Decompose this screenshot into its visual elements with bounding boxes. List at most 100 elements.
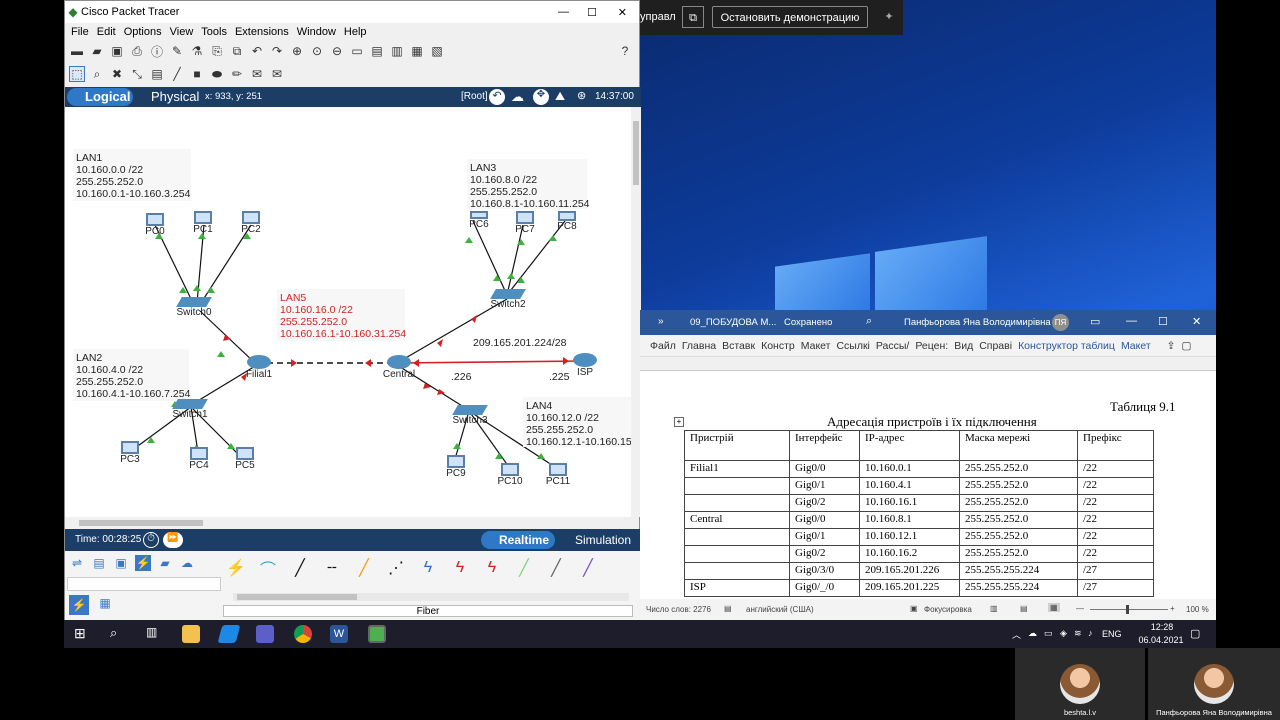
ribbon-display-icon[interactable]: ▭ bbox=[1090, 315, 1100, 328]
switch-switch2[interactable]: Switch2 bbox=[485, 289, 531, 310]
activity-icon[interactable]: ⚗ bbox=[189, 43, 205, 59]
edge-icon[interactable] bbox=[217, 625, 241, 643]
ribbon-tab-mailings[interactable]: Рассы/ bbox=[876, 340, 909, 352]
draw-line-icon[interactable]: ╱ bbox=[169, 66, 185, 82]
menu-view[interactable]: View bbox=[170, 26, 194, 38]
end-devices-icon[interactable]: ▤ bbox=[91, 555, 107, 571]
ribbon-tab-home[interactable]: Главна bbox=[682, 340, 716, 352]
components-icon[interactable]: ▣ bbox=[113, 555, 129, 571]
language-status[interactable]: английский (США) bbox=[746, 605, 814, 614]
viewport-icon[interactable]: ⊛ bbox=[577, 89, 593, 105]
web-layout-icon[interactable]: ▦ bbox=[1048, 603, 1060, 612]
coaxial-cable-icon[interactable]: ϟ bbox=[415, 555, 441, 581]
print-layout-icon[interactable]: ▤ bbox=[1020, 604, 1028, 613]
freeform-icon[interactable]: ✏ bbox=[229, 66, 245, 82]
ribbon-tab-insert[interactable]: Вставк bbox=[722, 340, 755, 352]
ribbon-tab-design[interactable]: Констр bbox=[761, 340, 795, 352]
minimize-button[interactable]: — bbox=[558, 6, 569, 18]
ribbon-tab-references[interactable]: Ссылкі bbox=[836, 340, 869, 352]
menu-file[interactable]: File bbox=[71, 26, 89, 38]
clock-date[interactable]: 06.04.2021 bbox=[1136, 635, 1186, 645]
power-cycle-icon[interactable]: ⏱ bbox=[143, 532, 159, 548]
back-icon[interactable]: ↶ bbox=[489, 89, 505, 105]
pin-icon[interactable]: ✦ bbox=[880, 6, 898, 28]
misc-icon[interactable]: ▰ bbox=[157, 555, 173, 571]
word-count[interactable]: Число слов: 2276 bbox=[646, 605, 711, 614]
focus-mode[interactable]: Фокусировка bbox=[924, 605, 972, 614]
comments-icon[interactable]: ▢ bbox=[1181, 340, 1191, 352]
cluster-icon[interactable]: ▦ bbox=[409, 43, 425, 59]
shield-icon[interactable]: ◈ bbox=[1060, 628, 1067, 639]
language-indicator[interactable]: ENG bbox=[1102, 629, 1122, 639]
zoom-level[interactable]: 100 % bbox=[1186, 605, 1209, 614]
tab-logical[interactable]: Logical bbox=[67, 88, 133, 106]
pc-pc5[interactable]: PC5 bbox=[233, 447, 257, 471]
zoom-in-icon[interactable]: + bbox=[1170, 604, 1175, 613]
switch-switch3[interactable]: Switch3 bbox=[447, 405, 493, 426]
volume-icon[interactable]: ♪ bbox=[1088, 628, 1093, 638]
participant-video-1[interactable]: beshta.l.v bbox=[1015, 648, 1145, 720]
pc-pc3[interactable]: PC3 bbox=[117, 441, 143, 465]
multiuser-icon[interactable]: ☁ bbox=[179, 555, 195, 571]
notifications-icon[interactable]: ▢ bbox=[1190, 627, 1200, 640]
ribbon-tab-layout[interactable]: Макет bbox=[801, 340, 831, 352]
search-icon[interactable]: ⌕ bbox=[866, 315, 872, 328]
onedrive-icon[interactable]: ☁ bbox=[1028, 628, 1037, 639]
menu-tools[interactable]: Tools bbox=[201, 26, 227, 38]
horizontal-ruler[interactable] bbox=[640, 357, 1216, 371]
chevron-up-icon[interactable]: ︿ bbox=[1012, 628, 1021, 641]
info-icon[interactable]: ⓘ bbox=[149, 43, 165, 59]
read-mode-icon[interactable]: ▥ bbox=[990, 604, 998, 613]
user-name[interactable]: Панфьорова Яна Володимирівна bbox=[904, 317, 1051, 328]
share-icon[interactable]: ⇪ bbox=[1167, 340, 1176, 352]
fast-forward-icon[interactable]: ⏩ bbox=[163, 532, 183, 548]
pc-pc9[interactable]: PC9 bbox=[443, 455, 469, 479]
packet-tracer-taskbar-icon[interactable] bbox=[368, 625, 386, 643]
delete-icon[interactable]: ✖ bbox=[109, 66, 125, 82]
simulation-mode-button[interactable]: Simulation bbox=[559, 531, 641, 549]
serial-dte-cable-icon[interactable]: ϟ bbox=[479, 555, 505, 581]
palette-icon[interactable]: ▭ bbox=[349, 43, 365, 59]
ribbon-tab-view[interactable]: Вид bbox=[954, 340, 973, 352]
straight-through-cable-icon[interactable]: ╱ bbox=[287, 555, 313, 581]
ribbon-tab-help[interactable]: Справі bbox=[979, 340, 1012, 352]
redo-icon[interactable]: ↷ bbox=[269, 43, 285, 59]
share-screen-icon[interactable]: ⧉ bbox=[682, 6, 704, 28]
notes-icon[interactable]: ▥ bbox=[389, 43, 405, 59]
custom-device-icon[interactable]: ▤ bbox=[369, 43, 385, 59]
help-icon[interactable]: ? bbox=[617, 43, 633, 59]
new-icon[interactable]: ▬ bbox=[69, 43, 85, 59]
pc-pc4[interactable]: PC4 bbox=[187, 447, 211, 471]
open-icon[interactable]: ▰ bbox=[89, 43, 105, 59]
ribbon-tab-table-design[interactable]: Конструктор таблиц bbox=[1018, 340, 1115, 352]
draw-ellipse-icon[interactable]: ⬬ bbox=[209, 66, 225, 82]
ribbon-tab-file[interactable]: Файл bbox=[650, 340, 676, 352]
minimize-button[interactable]: — bbox=[1126, 315, 1137, 327]
usb-cable-icon[interactable]: ╱ bbox=[575, 555, 601, 581]
root-label[interactable]: [Root] bbox=[461, 91, 488, 102]
pdu-icon[interactable]: ✉ bbox=[249, 66, 265, 82]
task-view-icon[interactable]: ▥ bbox=[146, 625, 164, 643]
serial-dce-cable-icon[interactable]: ϟ bbox=[447, 555, 473, 581]
file-explorer-icon[interactable] bbox=[182, 625, 200, 643]
battery-icon[interactable]: ▭ bbox=[1044, 628, 1053, 639]
octal-cable-icon[interactable]: ╱ bbox=[511, 555, 537, 581]
pc-pc7[interactable]: PC7 bbox=[513, 211, 537, 235]
background-image-icon[interactable]: ⛰ bbox=[555, 89, 573, 105]
zoom-in-icon[interactable]: ⊕ bbox=[289, 43, 305, 59]
inspect-icon[interactable]: ⌕ bbox=[89, 66, 105, 82]
menu-options[interactable]: Options bbox=[124, 26, 162, 38]
router-filial1[interactable]: Filial1 bbox=[241, 355, 277, 380]
connections-subcategory-icon[interactable]: ⚡ bbox=[69, 595, 89, 615]
grid-icon[interactable]: ▦ bbox=[97, 595, 113, 611]
connections-icon[interactable]: ⚡ bbox=[135, 555, 151, 571]
image-icon[interactable]: ▧ bbox=[429, 43, 445, 59]
crossover-cable-icon[interactable]: ╌ bbox=[319, 555, 345, 581]
fiber-cable-icon[interactable]: ╱ bbox=[351, 555, 377, 581]
note-icon[interactable]: ▤ bbox=[149, 66, 165, 82]
switch-switch0[interactable]: Switch0 bbox=[171, 297, 217, 318]
console-cable-icon[interactable]: ⌒ bbox=[255, 555, 281, 581]
zoom-reset-icon[interactable]: ⊙ bbox=[309, 43, 325, 59]
search-icon[interactable]: ⌕ bbox=[110, 625, 128, 643]
zoom-slider[interactable] bbox=[1090, 605, 1168, 614]
